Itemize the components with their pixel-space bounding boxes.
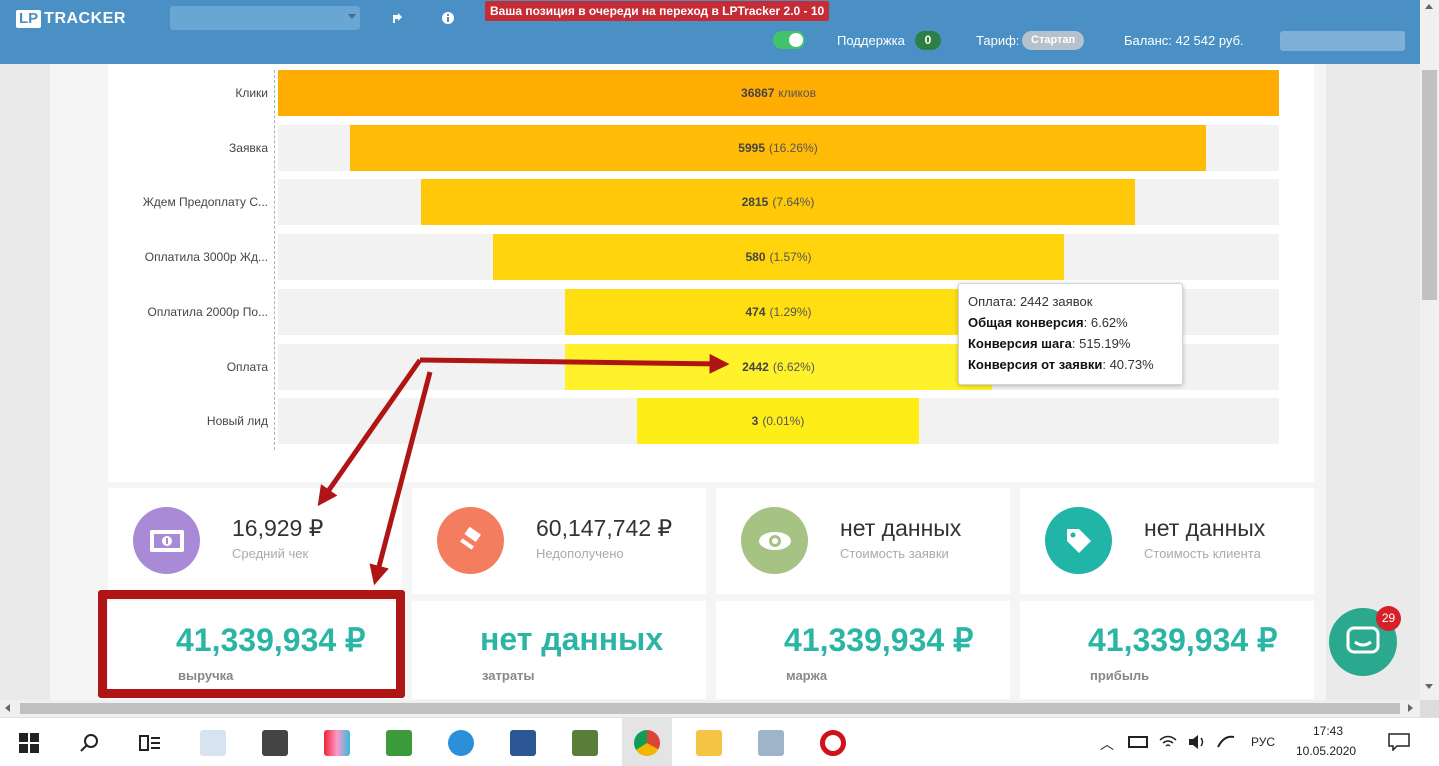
volume-icon[interactable]: [1187, 733, 1207, 751]
video-icon: [386, 729, 412, 756]
tooltip-val: : 515.19%: [1071, 336, 1131, 351]
taskbar-app-word[interactable]: [498, 718, 548, 766]
wifi-icon[interactable]: [1158, 733, 1178, 751]
arrow-to-avg-check: [317, 358, 423, 507]
vertical-scrollbar[interactable]: [1420, 0, 1439, 700]
battery-icon[interactable]: [1128, 736, 1148, 748]
scroll-left-icon[interactable]: [5, 704, 10, 712]
taskbar-app-network[interactable]: [746, 718, 796, 766]
tooltip-line-step-conversion: Конверсия шага: 515.19%: [968, 333, 1173, 354]
start-button[interactable]: [4, 718, 54, 766]
tooltip-line-lead-conversion: Конверсия от заявки: 40.73%: [968, 354, 1173, 375]
tooltip-line-stage: Оплата: 2442 заявок: [968, 294, 1093, 309]
chat-unread-badge: 29: [1376, 606, 1401, 631]
tooltip-val: : 40.73%: [1102, 357, 1154, 372]
chat-icon: [1346, 626, 1380, 654]
tooltip-line-total-conversion: Общая конверсия: 6.62%: [968, 312, 1173, 333]
word-icon: [510, 729, 536, 756]
chrome-icon: [634, 729, 660, 756]
language-switch-icon[interactable]: [1216, 733, 1236, 751]
chart-app-icon: [572, 729, 598, 756]
taskbar-app-chrome[interactable]: [622, 718, 672, 766]
taskbar-app-opera[interactable]: [808, 718, 858, 766]
taskbar-app-calculator[interactable]: [250, 718, 300, 766]
scroll-corner: [1420, 700, 1439, 717]
search-button[interactable]: [65, 718, 115, 766]
taskbar-app-chart[interactable]: [560, 718, 610, 766]
scroll-right-icon[interactable]: [1408, 704, 1413, 712]
input-language[interactable]: РУС: [1251, 735, 1275, 749]
calculator-icon: [262, 729, 288, 756]
arrow-to-funnel: [419, 353, 730, 374]
clock-date[interactable]: 10.05.2020: [1296, 744, 1356, 758]
scroll-up-icon[interactable]: [1425, 4, 1433, 9]
taskbar-app-media[interactable]: [312, 718, 362, 766]
task-view-button[interactable]: [125, 718, 175, 766]
search-icon: [80, 733, 98, 752]
taskbar-app-ie[interactable]: [436, 718, 486, 766]
tooltip-key: Конверсия шага: [968, 336, 1072, 351]
tooltip-key: Общая конверсия: [968, 315, 1084, 330]
funnel-tooltip: Оплата: 2442 заявок Общая конверсия: 6.6…: [958, 283, 1183, 385]
task-view-icon: [139, 734, 160, 751]
tray-chevron-up-icon[interactable]: ︿: [1100, 734, 1114, 754]
windows-taskbar: ︿ РУС 17:43 10.05.2020: [0, 717, 1439, 766]
notifications-icon[interactable]: [1388, 733, 1410, 751]
taskbar-app-video[interactable]: [374, 718, 424, 766]
taskbar-app-snipping[interactable]: [188, 718, 238, 766]
arrow-to-revenue: [369, 371, 433, 586]
scroll-thumb[interactable]: [20, 703, 1400, 714]
tooltip-val: : 6.62%: [1083, 315, 1128, 330]
clock-time[interactable]: 17:43: [1313, 724, 1343, 738]
network-app-icon: [758, 729, 784, 756]
horizontal-scrollbar[interactable]: [0, 700, 1420, 717]
annotation-arrows: [317, 353, 730, 586]
taskbar-app-explorer[interactable]: [684, 718, 734, 766]
media-icon: [324, 729, 350, 756]
internet-explorer-icon: [448, 729, 474, 756]
scissors-icon: [200, 729, 226, 756]
windows-icon: [19, 732, 39, 753]
folder-icon: [696, 729, 722, 756]
tooltip-key: Конверсия от заявки: [968, 357, 1103, 372]
scroll-thumb[interactable]: [1422, 70, 1437, 300]
scroll-down-icon[interactable]: [1425, 684, 1433, 689]
opera-icon: [820, 729, 846, 756]
